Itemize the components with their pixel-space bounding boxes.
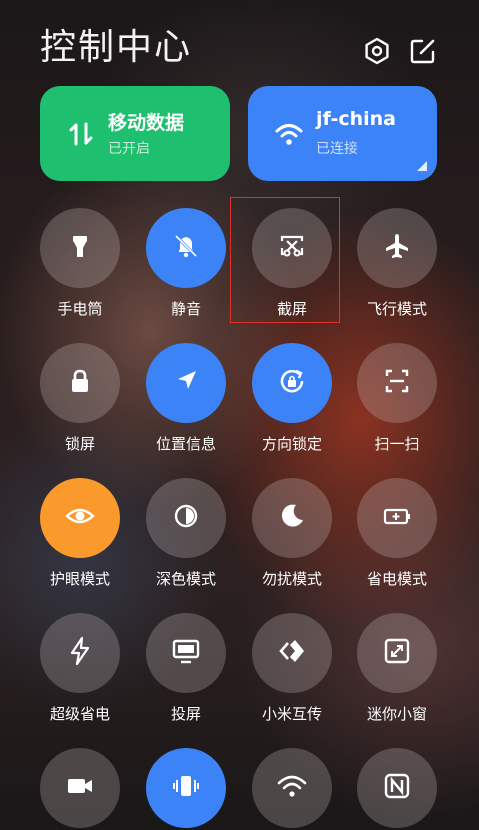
location-arrow-icon — [169, 364, 203, 402]
mini-window-icon — [380, 634, 414, 672]
toggle-label: 手电筒 — [57, 300, 103, 318]
monitor-icon — [169, 634, 203, 672]
mi-share-toggle[interactable] — [252, 613, 332, 693]
video-toggle[interactable] — [40, 748, 120, 828]
location-toggle[interactable] — [146, 343, 226, 423]
eye-care-toggle[interactable] — [40, 478, 120, 558]
flashlight-icon — [63, 229, 97, 267]
toggle-label: 锁屏 — [64, 435, 95, 453]
toggle-label: 扫一扫 — [374, 435, 420, 453]
lightning-icon — [63, 634, 97, 672]
settings-hexagon-icon[interactable] — [362, 36, 392, 66]
flashlight-toggle[interactable] — [40, 208, 120, 288]
tile-status: 已连接 — [316, 141, 358, 157]
toggle-label: 方向锁定 — [261, 435, 322, 453]
airplane-toggle[interactable] — [357, 208, 437, 288]
mobile-data-tile[interactable]: 移动数据 已开启 — [40, 86, 230, 181]
battery-icon — [380, 499, 414, 537]
rotation-lock-toggle[interactable] — [252, 343, 332, 423]
dnd-toggle[interactable] — [252, 478, 332, 558]
airplane-icon — [380, 229, 414, 267]
vibrate-toggle[interactable] — [146, 748, 226, 828]
mini-window-toggle[interactable] — [357, 613, 437, 693]
hotspot-toggle[interactable] — [252, 748, 332, 828]
edit-icon[interactable] — [408, 36, 438, 66]
scan-icon — [380, 364, 414, 402]
contrast-icon — [169, 499, 203, 537]
wifi-hotspot-icon — [275, 769, 309, 807]
page-title: 控制中心 — [40, 27, 193, 68]
battery-saver-toggle[interactable] — [357, 478, 437, 558]
screenshot-highlight-box — [230, 197, 340, 323]
toggle-label: 飞行模式 — [366, 300, 427, 318]
wifi-icon — [274, 119, 304, 149]
lock-icon — [63, 364, 97, 402]
tile-name: 移动数据 — [108, 112, 185, 134]
cast-toggle[interactable] — [146, 613, 226, 693]
tile-name: jf-china — [316, 108, 396, 130]
toggle-label: 超级省电 — [49, 705, 110, 723]
toggle-label: 深色模式 — [155, 570, 216, 588]
tile-status: 已开启 — [108, 141, 150, 157]
mi-share-icon — [275, 634, 309, 672]
expand-corner-icon[interactable] — [417, 161, 427, 171]
nfc-icon — [380, 769, 414, 807]
dark-mode-toggle[interactable] — [146, 478, 226, 558]
bell-off-icon — [169, 229, 203, 267]
toggle-label: 位置信息 — [155, 435, 216, 453]
toggle-label: 护眼模式 — [49, 570, 110, 588]
rotation-lock-icon — [275, 364, 309, 402]
moon-icon — [275, 499, 309, 537]
eye-icon — [63, 499, 97, 537]
scan-toggle[interactable] — [357, 343, 437, 423]
mute-toggle[interactable] — [146, 208, 226, 288]
nfc-toggle[interactable] — [357, 748, 437, 828]
mobile-data-arrows-icon — [66, 119, 96, 149]
toggle-label: 投屏 — [170, 705, 201, 723]
toggle-label: 迷你小窗 — [366, 705, 427, 723]
lock-toggle[interactable] — [40, 343, 120, 423]
ultra-saver-toggle[interactable] — [40, 613, 120, 693]
toggle-label: 勿扰模式 — [261, 570, 322, 588]
vibrate-icon — [169, 769, 203, 807]
toggle-label: 小米互传 — [261, 705, 322, 723]
toggle-label: 静音 — [170, 300, 201, 318]
video-camera-icon — [63, 769, 97, 807]
toggle-label: 省电模式 — [366, 570, 427, 588]
wifi-tile[interactable]: jf-china 已连接 — [248, 86, 437, 181]
